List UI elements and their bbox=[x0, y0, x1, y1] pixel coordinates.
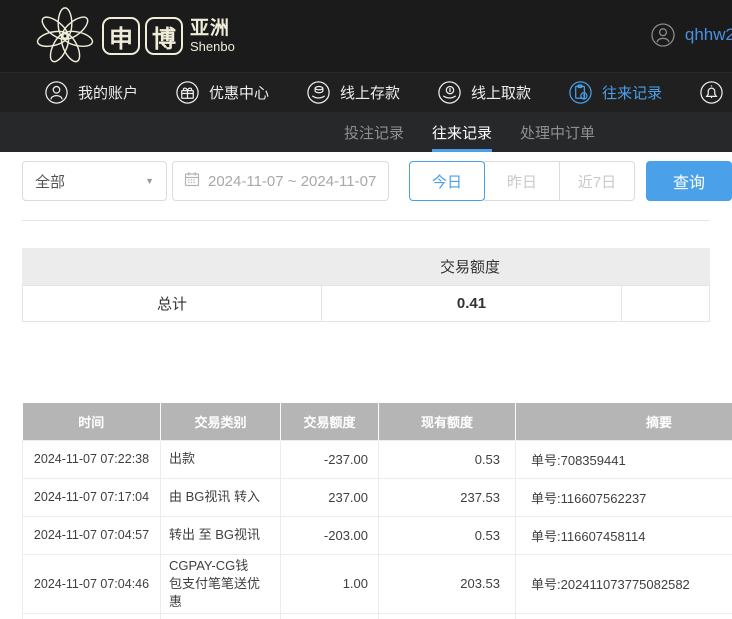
cell-time: 2024-11-07 07:04:46 bbox=[23, 613, 161, 619]
type-select-value: 全部 bbox=[35, 171, 65, 192]
tab-label: 往来记录 bbox=[432, 122, 492, 143]
records-icon bbox=[568, 80, 593, 105]
summary-table: 交易额度 总计 0.41 bbox=[22, 248, 710, 322]
brand-region: 亚洲 bbox=[190, 19, 235, 39]
nav-item-withdraw[interactable]: 线上取款 bbox=[437, 80, 531, 105]
cell-type: 转出 至 BG视讯 bbox=[161, 516, 281, 554]
user-icon bbox=[44, 80, 69, 105]
cell-amount: -203.00 bbox=[281, 516, 379, 554]
sub-tabbar: 投注记录 往来记录 处理中订单 bbox=[0, 112, 732, 152]
summary-total-label: 总计 bbox=[23, 286, 321, 321]
nav-item-messages[interactable]: 信息 bbox=[699, 80, 732, 105]
table-row: 2024-11-07 07:04:46 CGPAY-CG钱包支付笔笔送优惠 1.… bbox=[23, 554, 732, 613]
nav-item-transaction-records[interactable]: 往来记录 bbox=[568, 80, 662, 105]
cell-amount: -237.00 bbox=[281, 440, 379, 478]
summary-total-extra bbox=[621, 286, 711, 321]
col-balance: 现有额度 bbox=[379, 403, 516, 440]
cell-summary: 单号:202411073775082582 bbox=[516, 554, 732, 613]
summary-header-empty2 bbox=[620, 248, 710, 285]
type-select[interactable]: 全部 ▼ bbox=[22, 161, 167, 201]
cell-summary: 单号:202411073775082582 bbox=[516, 613, 732, 619]
cell-summary: 单号:708359441 bbox=[516, 440, 732, 478]
nav-label: 优惠中心 bbox=[209, 82, 269, 103]
cell-balance: 0.53 bbox=[379, 516, 516, 554]
col-amount: 交易额度 bbox=[281, 403, 379, 440]
chevron-down-icon: ▼ bbox=[145, 176, 154, 186]
query-button[interactable]: 查询 bbox=[646, 161, 732, 201]
cell-balance: 237.53 bbox=[379, 478, 516, 516]
cell-time: 2024-11-07 07:04:46 bbox=[23, 554, 161, 613]
summary-total-value: 0.41 bbox=[321, 286, 621, 321]
records-header-row: 时间 交易类别 交易额度 现有额度 摘要 bbox=[23, 403, 732, 440]
bell-icon bbox=[699, 80, 724, 105]
cell-balance: 203.53 bbox=[379, 554, 516, 613]
yesterday-button[interactable]: 昨日 bbox=[484, 161, 560, 201]
content-area: 全部 ▼ 2024-11-07 ~ 2024-11-07 今日 bbox=[0, 161, 732, 619]
cell-time: 2024-11-07 07:17:04 bbox=[23, 478, 161, 516]
cell-type: 出款 bbox=[161, 440, 281, 478]
brand-char-bo: 博 bbox=[145, 17, 183, 55]
cell-summary: 单号:116607562237 bbox=[516, 478, 732, 516]
table-row: 2024-11-07 07:04:46 CGPAY支付 200.00 202.5… bbox=[23, 613, 732, 619]
table-row: 2024-11-07 07:04:57 转出 至 BG视讯 -203.00 0.… bbox=[23, 516, 732, 554]
account-menu[interactable]: qhhw2 bbox=[650, 22, 732, 48]
username[interactable]: qhhw2 bbox=[685, 25, 732, 45]
brand-text: 亚洲 Shenbo bbox=[190, 19, 235, 54]
deposit-icon bbox=[306, 80, 331, 105]
table-row: 2024-11-07 07:17:04 由 BG视讯 转入 237.00 237… bbox=[23, 478, 732, 516]
date-range-value: 2024-11-07 ~ 2024-11-07 bbox=[208, 173, 376, 190]
summary-header-amount: 交易额度 bbox=[320, 248, 620, 285]
withdraw-icon bbox=[437, 80, 462, 105]
main-nav: 我的账户 优惠中心 线上存款 bbox=[0, 72, 732, 112]
nav-label: 往来记录 bbox=[602, 82, 662, 103]
tab-label: 处理中订单 bbox=[520, 122, 595, 143]
gift-icon bbox=[175, 80, 200, 105]
summary-header-row: 交易额度 bbox=[22, 248, 710, 285]
tab-pending-orders[interactable]: 处理中订单 bbox=[520, 112, 595, 152]
cell-time: 2024-11-07 07:22:38 bbox=[23, 440, 161, 478]
nav-label: 线上存款 bbox=[340, 82, 400, 103]
nav-label: 线上取款 bbox=[471, 82, 531, 103]
tab-label: 投注记录 bbox=[344, 122, 404, 143]
section-divider bbox=[22, 220, 710, 221]
tab-bet-records[interactable]: 投注记录 bbox=[344, 112, 404, 152]
summary-header-empty bbox=[22, 248, 320, 285]
col-type: 交易类别 bbox=[161, 403, 281, 440]
col-time: 时间 bbox=[23, 403, 161, 440]
cell-time: 2024-11-07 07:04:57 bbox=[23, 516, 161, 554]
brand-logo[interactable]: 申 博 亚洲 Shenbo bbox=[36, 7, 235, 65]
brand-char-shen: 申 bbox=[102, 17, 140, 55]
cell-type: CGPAY支付 bbox=[161, 613, 281, 619]
quick-range-group: 今日 昨日 近7日 bbox=[409, 161, 635, 201]
cell-amount: 1.00 bbox=[281, 554, 379, 613]
flower-logo-icon bbox=[36, 7, 94, 65]
top-header: 申 博 亚洲 Shenbo qhhw2 bbox=[0, 0, 732, 72]
records-table: 时间 交易类别 交易额度 现有额度 摘要 2024-11-07 07:22:38… bbox=[22, 403, 732, 619]
date-range-input[interactable]: 2024-11-07 ~ 2024-11-07 bbox=[172, 161, 389, 201]
table-row: 2024-11-07 07:22:38 出款 -237.00 0.53 单号:7… bbox=[23, 440, 732, 478]
page: 申 博 亚洲 Shenbo qhhw2 我的账户 bbox=[0, 0, 732, 619]
nav-item-promotions[interactable]: 优惠中心 bbox=[175, 80, 269, 105]
last7days-button[interactable]: 近7日 bbox=[559, 161, 635, 201]
tab-transaction-records[interactable]: 往来记录 bbox=[432, 112, 492, 152]
cell-balance: 0.53 bbox=[379, 440, 516, 478]
nav-item-my-account[interactable]: 我的账户 bbox=[44, 80, 138, 105]
cell-amount: 200.00 bbox=[281, 613, 379, 619]
brand-subtitle: Shenbo bbox=[190, 39, 235, 54]
cell-balance: 202.53 bbox=[379, 613, 516, 619]
filter-row: 全部 ▼ 2024-11-07 ~ 2024-11-07 今日 bbox=[22, 161, 732, 201]
today-button[interactable]: 今日 bbox=[409, 161, 485, 201]
cell-type: 由 BG视讯 转入 bbox=[161, 478, 281, 516]
nav-label: 我的账户 bbox=[78, 82, 138, 103]
cell-summary: 单号:116607458114 bbox=[516, 516, 732, 554]
calendar-icon bbox=[184, 171, 200, 191]
summary-total-row: 总计 0.41 bbox=[22, 285, 710, 322]
nav-item-deposit[interactable]: 线上存款 bbox=[306, 80, 400, 105]
user-avatar-icon bbox=[650, 22, 676, 48]
cell-amount: 237.00 bbox=[281, 478, 379, 516]
cell-type: CGPAY-CG钱包支付笔笔送优惠 bbox=[161, 554, 281, 613]
col-summary: 摘要 bbox=[516, 403, 732, 440]
